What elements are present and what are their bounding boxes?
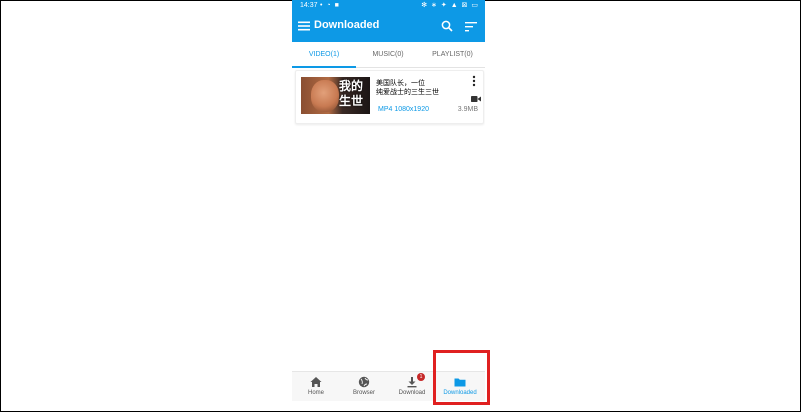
video-size: 3.9MB <box>457 106 478 113</box>
sort-icon[interactable] <box>465 21 477 33</box>
video-title-line2: 纯爱战士的三生三世 <box>376 89 439 96</box>
tab-video[interactable]: VIDEO(1) <box>292 42 356 68</box>
nav-download-label: Download <box>398 390 426 396</box>
video-title-line1: 美国队长，一位 <box>376 80 425 87</box>
thumbnail-overlay-text: 我的 生世 <box>339 79 364 108</box>
video-list-item[interactable]: 我的 生世 美国队长，一位 纯爱战士的三生三世 MP4 1080x1920 3.… <box>295 70 484 124</box>
status-system-icons: ✻ ∗ ✦ ▲ ⊠ ▭ <box>421 2 479 9</box>
tab-playlist[interactable]: PLAYLIST(0) <box>420 42 485 67</box>
app-bar: Downloaded <box>292 12 485 42</box>
tab-music[interactable]: MUSIC(0) <box>356 42 420 67</box>
status-notification-icons: • ◔ ■ <box>320 2 340 9</box>
video-title: 美国队长，一位 纯爱战士的三生三世 <box>376 79 456 97</box>
globe-icon <box>358 376 370 388</box>
highlight-box <box>433 350 490 405</box>
search-icon[interactable] <box>441 20 453 32</box>
tab-bar: VIDEO(1) MUSIC(0) PLAYLIST(0) <box>292 42 485 68</box>
phone-screen: 14:37 • ◔ ■ ✻ ∗ ✦ ▲ ⊠ ▭ Downloaded VIDEO… <box>292 0 485 401</box>
nav-download[interactable]: 1 Download <box>388 372 436 401</box>
videocam-icon <box>471 96 481 102</box>
nav-home-label: Home <box>307 390 324 396</box>
menu-icon[interactable] <box>298 20 310 32</box>
status-bar: 14:37 • ◔ ■ ✻ ∗ ✦ ▲ ⊠ ▭ <box>292 0 485 12</box>
download-count-badge: 1 <box>417 373 425 381</box>
page-title: Downloaded <box>314 19 380 31</box>
home-icon <box>310 377 322 387</box>
video-format: MP4 1080x1920 <box>378 106 429 113</box>
nav-browser-label: Browser <box>352 390 375 396</box>
nav-browser[interactable]: Browser <box>340 372 388 401</box>
video-thumbnail[interactable]: 我的 生世 <box>301 77 370 114</box>
more-options-icon[interactable] <box>470 75 478 87</box>
nav-home[interactable]: Home <box>292 372 340 401</box>
status-time: 14:37 <box>300 2 318 9</box>
thumbnail-face-graphic <box>311 80 339 112</box>
